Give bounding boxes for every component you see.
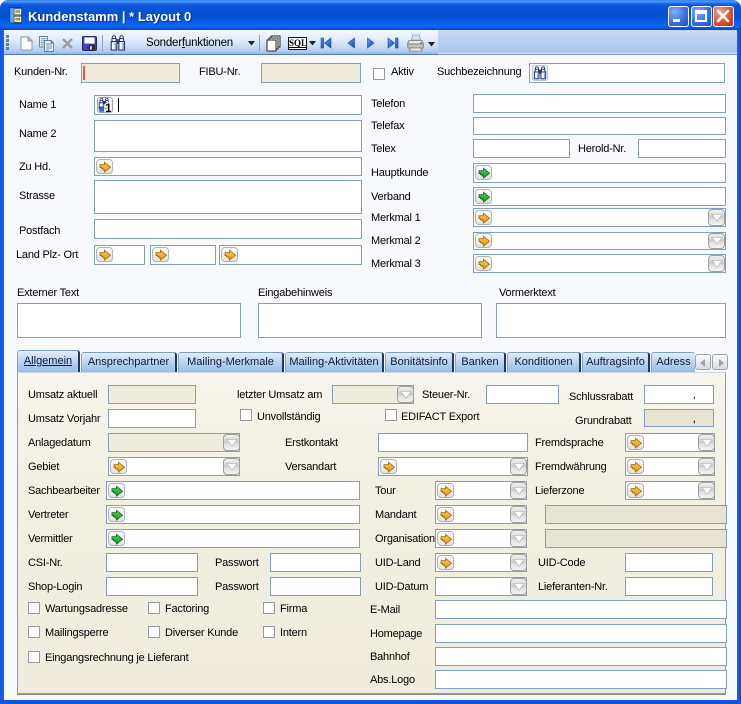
svg-text:1: 1: [105, 101, 112, 112]
